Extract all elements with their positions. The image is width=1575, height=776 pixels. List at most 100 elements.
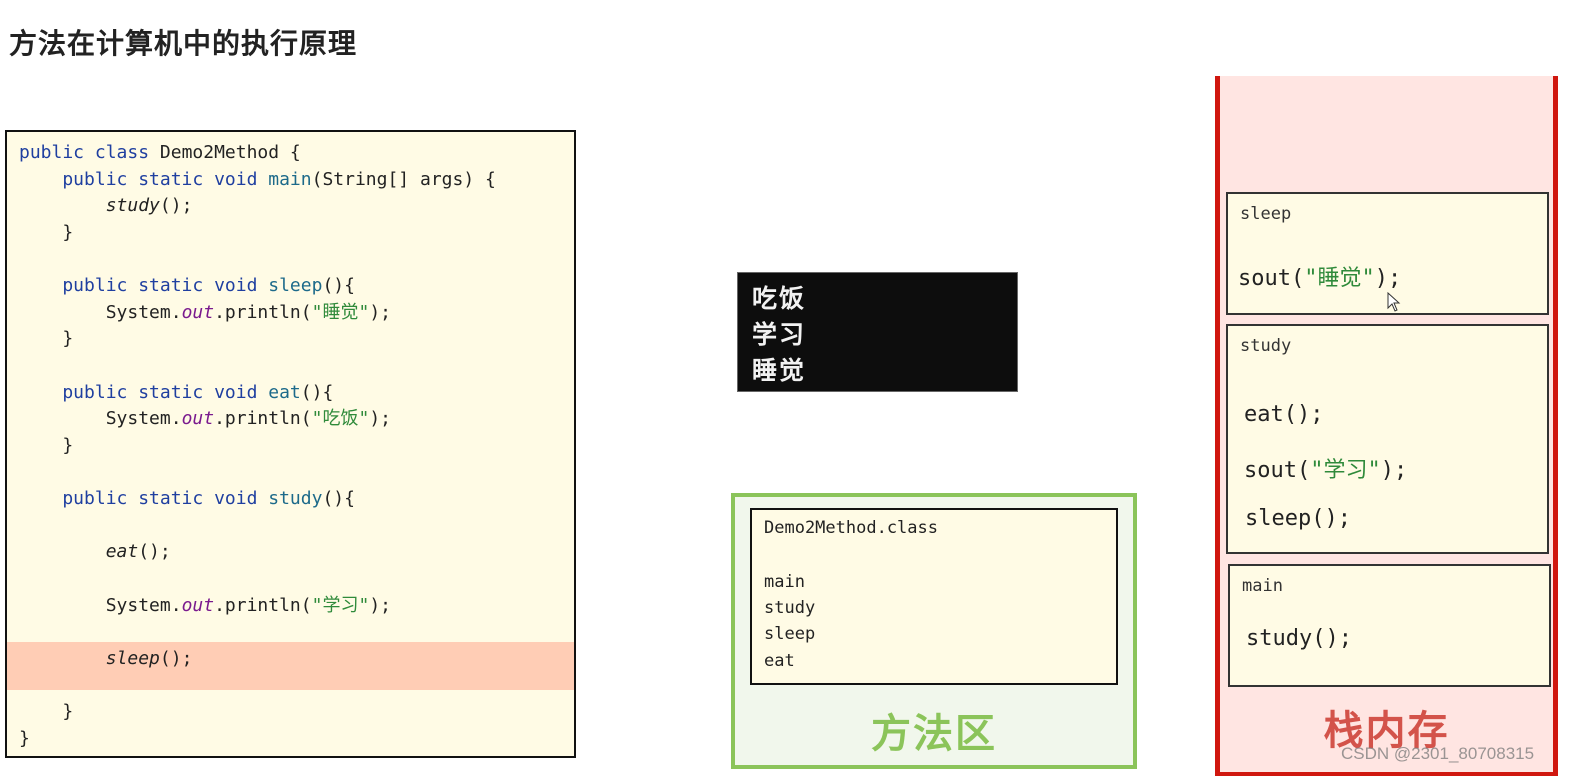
- code-line-text: }: [19, 726, 30, 752]
- code-token: out: [181, 302, 215, 323]
- code-token: }: [19, 728, 30, 749]
- code-line-text: sleep();: [19, 646, 193, 672]
- stack-frame-study: study eat(); sout("学习"); sleep();: [1226, 324, 1549, 554]
- code-token: "学习": [311, 595, 370, 616]
- watermark: CSDN @2301_80708315: [1341, 744, 1535, 763]
- frame-statement: study();: [1246, 626, 1352, 651]
- code-token: "睡觉": [311, 302, 370, 323]
- code-line-text: public class Demo2Method {: [19, 140, 301, 166]
- method-area: Demo2Method.class main study sleep eat 方…: [731, 493, 1137, 769]
- code-line: }: [7, 326, 574, 352]
- code-line-text: System.out.println("吃饭");: [19, 406, 391, 432]
- code-token: System.: [19, 595, 182, 616]
- frame-statement: sout("学习");: [1244, 458, 1408, 483]
- frame-statement: sleep();: [1245, 506, 1351, 531]
- code-token: (){: [322, 275, 355, 296]
- code-line: }: [7, 699, 574, 725]
- code-token: "吃饭": [311, 408, 370, 429]
- code-token: System.: [19, 302, 182, 323]
- frame-name: study: [1240, 336, 1292, 356]
- code-line-text: }: [19, 699, 73, 725]
- class-name: Demo2Method.class: [764, 518, 938, 538]
- console-line: 学习: [752, 320, 807, 349]
- method-entry: study: [764, 598, 816, 618]
- code-token: out: [181, 408, 215, 429]
- frame-name: main: [1242, 576, 1283, 596]
- code-token: (){: [300, 382, 334, 403]
- method-entry: sleep: [764, 624, 816, 644]
- code-line: public static void sleep(){: [7, 273, 574, 299]
- code-line: System.out.println("学习");: [7, 593, 574, 619]
- code-line: System.out.println("睡觉");: [7, 300, 574, 326]
- code-token: public static void: [19, 382, 269, 403]
- code-line: System.out.println("吃饭");: [7, 406, 574, 432]
- code-token: .println(: [214, 408, 312, 429]
- console-line: 吃饭: [752, 284, 807, 313]
- method-area-label: 方法区: [871, 711, 997, 757]
- code-token: (String[] args) {: [311, 169, 496, 190]
- code-token: public static void: [19, 488, 269, 509]
- code-line: }: [7, 433, 574, 459]
- stack-memory: sleep sout("睡觉"); study eat(); sout("学习"…: [1215, 76, 1558, 776]
- console-line: 睡觉: [752, 356, 807, 385]
- code-line: sleep();: [7, 646, 574, 672]
- code-token: out: [181, 595, 215, 616]
- code-line: eat();: [7, 539, 574, 565]
- code-line: study();: [7, 193, 574, 219]
- code-token: study: [105, 195, 160, 216]
- code-line-text: System.out.println("学习");: [19, 593, 391, 619]
- code-line-text: public static void eat(){: [19, 380, 333, 406]
- code-line-text: eat();: [19, 539, 171, 565]
- frame-statement: sout("睡觉");: [1238, 266, 1402, 291]
- code-token: study: [268, 488, 323, 509]
- code-token: .println(: [214, 595, 312, 616]
- code-token: ();: [159, 648, 193, 669]
- class-file-box: Demo2Method.class main study sleep eat: [750, 508, 1118, 685]
- frame-name: sleep: [1240, 204, 1292, 224]
- code-line-text: public static void study(){: [19, 486, 355, 512]
- code-line: public static void eat(){: [7, 380, 574, 406]
- code-line: public class Demo2Method {: [7, 140, 574, 166]
- code-token: sleep: [268, 275, 323, 296]
- page-title: 方法在计算机中的执行原理: [9, 27, 358, 60]
- string-literal: "睡觉": [1304, 266, 1375, 291]
- code-token: .println(: [214, 302, 312, 323]
- code-token: }: [19, 701, 74, 722]
- code-token: sleep: [105, 648, 160, 669]
- code-line-text: }: [19, 433, 73, 459]
- code-token: ();: [138, 541, 171, 562]
- code-token: ();: [159, 195, 193, 216]
- code-line-text: public static void sleep(){: [19, 273, 355, 299]
- code-line-text: }: [19, 326, 73, 352]
- code-token: }: [19, 222, 74, 243]
- code-line-text: public static void main(String[] args) {: [19, 167, 496, 193]
- string-literal: "学习": [1310, 458, 1381, 483]
- code-token: );: [369, 302, 391, 323]
- code-token: );: [369, 595, 391, 616]
- code-panel: public class Demo2Method { public static…: [5, 130, 576, 758]
- mouse-cursor-icon: [1387, 292, 1401, 312]
- code-token: eat: [268, 382, 301, 403]
- code-line-text: }: [19, 220, 73, 246]
- code-token: }: [19, 435, 74, 456]
- code-line: public static void study(){: [7, 486, 574, 512]
- code-line: }: [7, 726, 574, 752]
- code-token: Demo2Method {: [159, 142, 301, 163]
- code-line-text: System.out.println("睡觉");: [19, 300, 391, 326]
- code-line-text: study();: [19, 193, 193, 219]
- code-token: System.: [19, 408, 182, 429]
- code-token: }: [19, 328, 74, 349]
- code-token: main: [268, 169, 312, 190]
- method-entry: main: [764, 572, 805, 592]
- code-token: public static void: [19, 169, 269, 190]
- code-line: }: [7, 220, 574, 246]
